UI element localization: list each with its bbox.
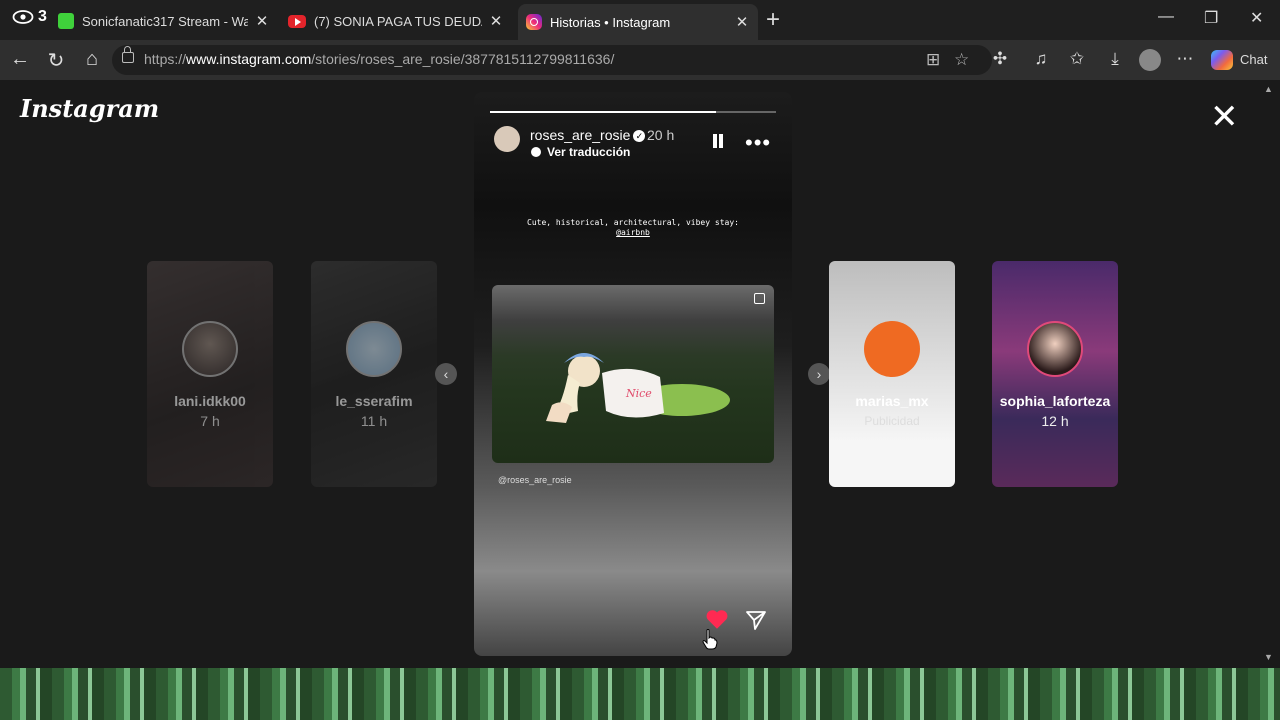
story-options-icon[interactable]: ••• (745, 130, 771, 156)
scroll-up-icon[interactable]: ▲ (1264, 84, 1273, 94)
close-window-button[interactable]: ✕ (1250, 8, 1263, 28)
profile-avatar[interactable] (1139, 49, 1161, 71)
story-card-sophia[interactable]: sophia_laforteza 12 h (992, 261, 1118, 487)
see-translation-button[interactable]: Ver traducción (531, 145, 630, 159)
app-available-icon[interactable]: ⊞ (926, 50, 940, 70)
tab-sonic-stream[interactable]: Sonicfanatic317 Stream - Watch Li ✕ (50, 6, 278, 36)
verified-badge-icon: ✓ (633, 130, 646, 142)
avatar (346, 321, 402, 377)
story-card-lani[interactable]: lani.idkk00 7 h (147, 261, 273, 487)
avatar (864, 321, 920, 377)
home-icon[interactable]: ⌂ (80, 48, 104, 71)
more-menu-icon[interactable]: ⋯ (1174, 49, 1196, 69)
youtube-favicon-icon (288, 14, 306, 28)
story-mention-sticker[interactable]: @roses_are_rosie (498, 475, 572, 485)
avatar (182, 321, 238, 377)
copilot-icon[interactable] (1211, 50, 1233, 70)
story-card-marias[interactable]: marias_mx Publicidad (829, 261, 955, 487)
story-viewer[interactable]: roses_are_rosie ✓ 20 h Ver traducción •••… (474, 92, 792, 656)
story-progress-bar (490, 111, 776, 113)
favorites-icon[interactable]: ✩ (1066, 49, 1088, 69)
close-stories-icon[interactable]: ✕ (1210, 100, 1239, 134)
tracking-badge[interactable]: 3 (12, 8, 47, 26)
scroll-down-icon[interactable]: ▼ (1264, 652, 1273, 662)
previous-story-button[interactable]: ‹ (435, 363, 457, 385)
tab-youtube[interactable]: (7) SONIA PAGA TUS DEUDAS - Yo ✕ (280, 6, 512, 36)
story-card-time: 12 h (1041, 413, 1069, 429)
story-caption: Cute, historical, architectural, vibey s… (474, 218, 792, 238)
browser-tab-strip: 3 Sonicfanatic317 Stream - Watch Li ✕ (7… (0, 0, 1280, 40)
send-message-icon[interactable] (744, 608, 768, 632)
tab-title: (7) SONIA PAGA TUS DEUDAS - Yo (314, 13, 482, 29)
next-story-button[interactable]: › (808, 363, 830, 385)
restore-button[interactable]: ❐ (1204, 8, 1218, 28)
instagram-favicon-icon (526, 14, 542, 30)
tab-title: Sonicfanatic317 Stream - Watch Li (82, 13, 248, 29)
page-scrollbar[interactable] (1270, 80, 1280, 668)
translate-icon (531, 147, 541, 157)
instagram-stories-page: Instagram ✕ lani.idkk00 7 h le_sserafim … (0, 80, 1270, 668)
instagram-logo[interactable]: Instagram (20, 94, 159, 123)
person-image: Nice (546, 353, 730, 423)
media-icon[interactable]: ♫ (1030, 49, 1052, 69)
story-time: 20 h (647, 127, 675, 143)
close-tab-icon[interactable]: ✕ (488, 12, 504, 30)
story-card-username: sophia_laforteza (999, 393, 1111, 409)
pause-icon[interactable] (713, 134, 723, 148)
story-card-username: le_sserafim (335, 393, 413, 409)
story-author-avatar[interactable] (494, 126, 520, 152)
url-text[interactable]: https://www.instagram.com/stories/roses_… (144, 51, 614, 67)
back-icon[interactable]: ← (8, 48, 32, 71)
hand-cursor-icon (702, 629, 718, 650)
avatar (1027, 321, 1083, 377)
caption-text: Cute, historical, architectural, vibey s… (527, 218, 739, 227)
tab-title: Historias • Instagram (550, 14, 671, 30)
downloads-icon[interactable]: ⤓ (1104, 49, 1126, 69)
story-card-username: lani.idkk00 (174, 393, 246, 409)
eye-icon (12, 10, 34, 24)
story-card-le-sserafim[interactable]: le_sserafim 11 h (311, 261, 437, 487)
kick-favicon-icon (58, 13, 74, 29)
chat-button[interactable]: Chat (1240, 52, 1267, 67)
eye-count: 3 (38, 8, 47, 25)
minimize-button[interactable]: — (1158, 8, 1174, 26)
background-strip (0, 668, 1280, 720)
close-tab-icon[interactable]: ✕ (254, 12, 270, 30)
story-author-username[interactable]: roses_are_rosie ✓ (530, 127, 646, 143)
story-card-username: marias_mx (855, 393, 929, 409)
story-card-time: 11 h (360, 413, 388, 429)
svg-text:Nice: Nice (625, 387, 652, 400)
browser-toolbar: ← ↻ ⌂ https://www.instagram.com/stories/… (0, 40, 1280, 80)
story-progress-fill (490, 111, 716, 113)
tab-instagram[interactable]: Historias • Instagram ✕ (518, 4, 758, 40)
reload-icon[interactable]: ↻ (44, 48, 68, 73)
lock-icon[interactable] (122, 46, 134, 63)
close-tab-icon[interactable]: ✕ (734, 13, 750, 31)
sponsored-label: Publicidad (864, 414, 920, 428)
favorite-star-icon[interactable]: ☆ (954, 50, 969, 70)
caption-mention-link[interactable]: @airbnb (474, 228, 792, 238)
multiple-images-icon (754, 293, 765, 304)
extensions-icon[interactable]: ✣ (989, 49, 1011, 69)
new-tab-button[interactable]: + (766, 6, 780, 34)
address-bar[interactable]: https://www.instagram.com/stories/roses_… (112, 45, 992, 75)
story-photo: Nice (492, 285, 774, 463)
story-card-time: 7 h (200, 413, 220, 429)
